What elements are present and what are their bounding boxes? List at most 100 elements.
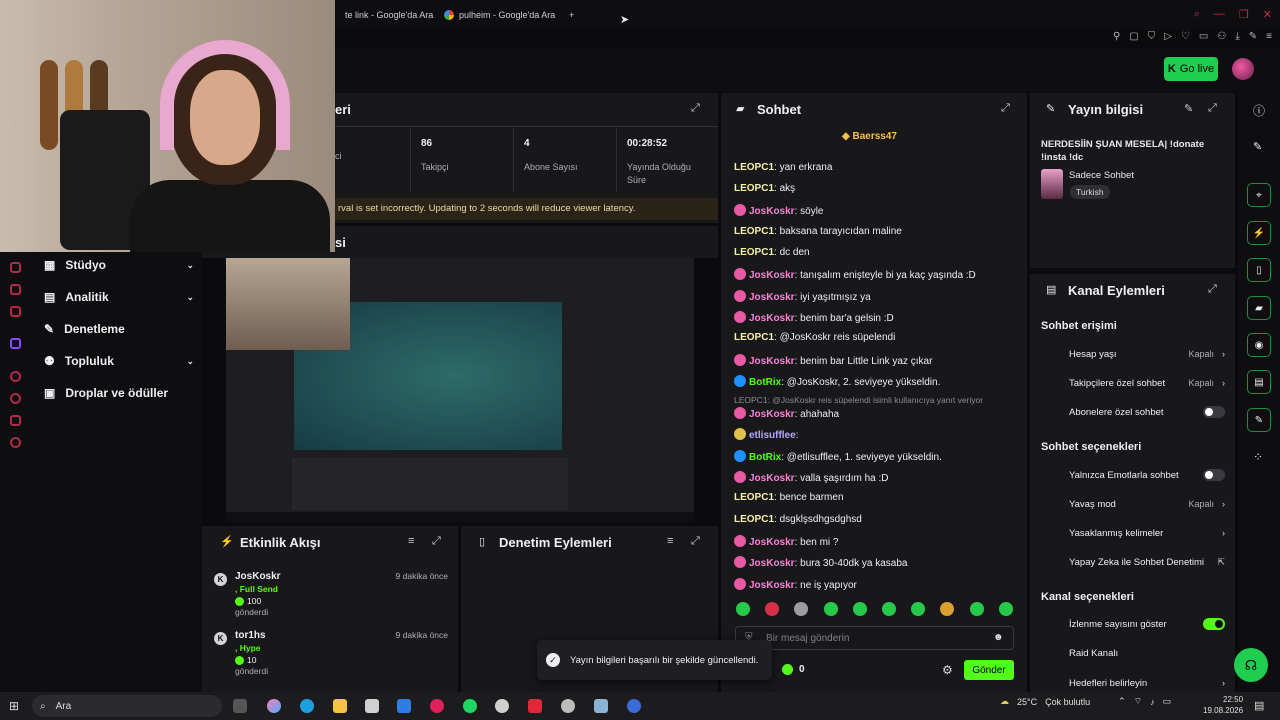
pin-icon[interactable]: ⚲ (1113, 31, 1120, 42)
dots-icon[interactable]: ⁘ (1253, 450, 1263, 464)
chat-username[interactable]: JosKoskr (749, 409, 795, 420)
app-icon[interactable] (528, 699, 542, 713)
popout-icon[interactable]: ⤢ (1208, 283, 1217, 296)
mail-icon[interactable] (397, 699, 411, 713)
emote-icon[interactable] (823, 602, 838, 616)
spotify-icon[interactable] (463, 699, 477, 713)
broadcast-icon[interactable]: ◉ (1247, 333, 1271, 357)
pinned-gifter[interactable]: ◆ Baerss47 (842, 131, 897, 142)
popout-icon[interactable]: ⤢ (432, 535, 441, 548)
copilot-icon[interactable] (267, 699, 281, 713)
chat-username[interactable]: LEOPC1 (734, 514, 774, 525)
chat-username[interactable]: JosKoskr (749, 580, 795, 591)
chat-username[interactable]: JosKoskr (749, 313, 795, 324)
wallet-icon[interactable]: ▭ (1199, 31, 1208, 42)
chat-username[interactable]: JosKoskr (749, 292, 795, 303)
pencil-icon[interactable]: ✎ (1253, 140, 1262, 153)
chat-bubble-icon[interactable]: ▰ (1247, 296, 1271, 320)
volume-icon[interactable]: ♪ (1150, 697, 1155, 707)
toggle-switch[interactable] (1203, 618, 1225, 630)
weather-desc[interactable]: Çok bulutlu (1045, 697, 1090, 707)
edit-icon[interactable]: ✎ (1184, 102, 1193, 115)
channel-setting-row[interactable]: Yapay Zeka ile Sohbet Denetimi ⇱ (1069, 554, 1225, 570)
lightning-icon[interactable]: ⚡ (1247, 221, 1271, 245)
category-name[interactable]: Sadece Sohbet (1069, 170, 1134, 181)
emote-icon[interactable] (736, 602, 750, 616)
app-icon[interactable] (561, 699, 575, 713)
chat-username[interactable]: LEOPC1 (734, 226, 774, 237)
channel-setting-row[interactable]: Hesap yaşı Kapalı › (1069, 346, 1225, 362)
search-icon[interactable]: ⌕ (1194, 8, 1200, 21)
chat-username[interactable]: BotRix (749, 452, 781, 463)
chat-username[interactable]: LEOPC1 (734, 162, 774, 173)
chat-username[interactable]: LEOPC1 (734, 492, 774, 503)
event-user[interactable]: tor1hs (235, 630, 266, 641)
instagram-icon[interactable] (10, 415, 21, 426)
video-icon[interactable] (10, 306, 21, 317)
chat-username[interactable]: LEOPC1 (734, 183, 774, 194)
kicks-balance[interactable]: 0 (782, 664, 805, 675)
info-icon[interactable]: ⓘ (1253, 102, 1265, 119)
sidebar-item-moderation[interactable]: ✎ Denetleme (44, 319, 194, 339)
go-live-button[interactable]: K Go live (1164, 57, 1218, 81)
home-icon[interactable] (10, 262, 21, 273)
chat-username[interactable]: JosKoskr (749, 473, 795, 484)
chat-username[interactable]: JosKoskr (749, 356, 795, 367)
send-button[interactable]: Gönder (964, 660, 1014, 680)
record-icon[interactable] (10, 371, 21, 382)
network-icon[interactable]: ⌔ (1134, 696, 1142, 707)
weather-temp[interactable]: 25°C (1017, 697, 1037, 707)
split-icon[interactable]: ▢ (1129, 31, 1138, 42)
target-icon[interactable]: ⌖ (1247, 183, 1271, 207)
task-view-icon[interactable] (233, 699, 247, 713)
edge-icon[interactable] (300, 699, 314, 713)
channel-setting-row[interactable]: Hedefleri belirleyin › (1069, 675, 1225, 691)
opera-icon[interactable] (430, 699, 444, 713)
browser-tab[interactable]: pulheim - Google'da Ara (444, 6, 555, 24)
channel-setting-row[interactable]: Yasaklanmış kelimeler › (1069, 525, 1225, 541)
channel-setting-row[interactable]: Abonelere özel sohbet (1069, 404, 1225, 420)
chat-username[interactable]: BotRix (749, 377, 781, 388)
wrench-icon[interactable]: ✎ (1247, 408, 1271, 432)
ai-icon[interactable]: ✎ (1249, 31, 1257, 42)
battery-icon[interactable]: ▭ (1163, 696, 1172, 707)
store-icon[interactable] (365, 699, 379, 713)
maximize-icon[interactable]: ❐ (1239, 8, 1249, 21)
document-icon[interactable]: ▯ (1247, 258, 1271, 282)
filter-icon[interactable]: ≡ (408, 535, 414, 547)
app-icon[interactable] (594, 699, 608, 713)
obs-icon[interactable] (495, 699, 509, 713)
clock[interactable]: 22:50 19.08.2026 (1203, 695, 1243, 717)
download-icon[interactable]: ⤓ (1235, 31, 1239, 42)
file-explorer-icon[interactable] (333, 699, 347, 713)
emote-icon[interactable] (969, 602, 984, 616)
menu-icon[interactable]: ≡ (1266, 31, 1272, 42)
toggle-switch[interactable] (1203, 469, 1225, 481)
emoji-icon[interactable]: ☻ (993, 632, 1004, 643)
emote-icon[interactable] (998, 602, 1013, 616)
popout-icon[interactable]: ⤢ (1208, 102, 1217, 115)
notification-icon[interactable]: ▤ (1254, 699, 1264, 712)
chat-input[interactable]: Bir mesaj gönderin (735, 626, 1014, 650)
windows-start-icon[interactable]: ⊞ (9, 699, 22, 713)
chevron-up-icon[interactable]: ⌃ (1118, 696, 1126, 707)
chat-username[interactable]: JosKoskr (749, 206, 795, 217)
avatar[interactable] (1232, 58, 1254, 80)
popout-icon[interactable]: ⤢ (691, 102, 700, 115)
event-user[interactable]: JosKoskr (235, 571, 281, 582)
chat-username[interactable]: JosKoskr (749, 270, 795, 281)
sidebar-item-community[interactable]: ⚉ Topluluk ⌄ (44, 351, 194, 371)
shield-icon[interactable]: ⛉ (1148, 31, 1156, 42)
heart-icon[interactable]: ♡ (1181, 31, 1190, 42)
toggle-switch[interactable] (1203, 406, 1225, 418)
channel-setting-row[interactable]: Takipçilere özel sohbet Kapalı › (1069, 375, 1225, 391)
channel-setting-row[interactable]: Yalnızca Emotlarla sohbet (1069, 467, 1225, 483)
chat-username[interactable]: LEOPC1 (734, 247, 774, 258)
twitch-icon[interactable] (10, 338, 21, 349)
minimize-icon[interactable]: — (1214, 8, 1225, 21)
channel-setting-row[interactable]: İzlenme sayısını göster (1069, 616, 1225, 632)
sidebar-item-studio[interactable]: ▦ Stüdyo ⌄ (44, 255, 194, 275)
chat-username[interactable]: JosKoskr (749, 537, 795, 548)
content-icon[interactable] (10, 284, 21, 295)
profile-icon[interactable]: ⚇ (1217, 31, 1226, 42)
